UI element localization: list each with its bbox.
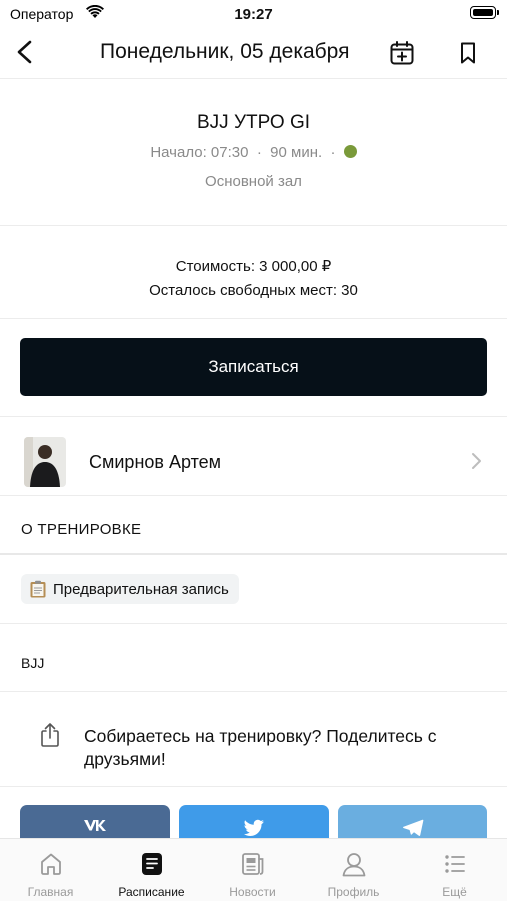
tab-label: Главная bbox=[27, 885, 74, 899]
event-meta: Начало: 07:30 · 90 мин. · bbox=[0, 144, 507, 161]
coach-avatar bbox=[24, 437, 66, 487]
signup-label: Записаться bbox=[208, 357, 299, 376]
meta-separator: · bbox=[330, 144, 336, 161]
battery-icon bbox=[470, 6, 499, 19]
page-title: Понедельник, 05 декабря bbox=[100, 40, 350, 63]
coach-name[interactable]: Смирнов Артем bbox=[89, 452, 221, 473]
meta-separator: · bbox=[256, 144, 262, 161]
divider bbox=[0, 78, 507, 79]
tab-label: Расписание bbox=[118, 885, 185, 899]
signup-button[interactable]: Записаться bbox=[20, 338, 487, 396]
clock: 19:27 bbox=[234, 6, 273, 23]
share-icon[interactable] bbox=[38, 722, 62, 748]
status-bar: Оператор 19:27 bbox=[0, 0, 507, 28]
telegram-icon bbox=[402, 819, 423, 837]
status-dot bbox=[343, 145, 357, 158]
twitter-icon bbox=[244, 819, 264, 836]
divider bbox=[0, 318, 507, 319]
divider bbox=[0, 786, 507, 787]
tab-label: Ещё bbox=[442, 885, 467, 899]
divider bbox=[0, 495, 507, 496]
tab-label: Новости bbox=[229, 885, 276, 899]
tab-more[interactable]: Ещё bbox=[404, 839, 505, 901]
news-icon bbox=[241, 853, 263, 875]
booking-tag: Предварительная запись bbox=[21, 574, 239, 604]
event-title: BJJ УТРО GI bbox=[197, 112, 310, 133]
tag-label: Предварительная запись bbox=[53, 580, 229, 598]
back-chevron-icon[interactable] bbox=[12, 38, 38, 66]
divider bbox=[0, 623, 507, 624]
event-price: Стоимость: 3 000,00 ₽ bbox=[175, 258, 332, 275]
vk-icon bbox=[84, 820, 106, 831]
event-start: Начало: 07:30 bbox=[150, 144, 249, 161]
clipboard-icon bbox=[30, 580, 46, 598]
share-text: Собираетесь на тренировку? Поделитесь с … bbox=[84, 726, 437, 769]
tab-label: Профиль bbox=[327, 885, 380, 899]
event-hall: Основной зал bbox=[205, 173, 302, 190]
divider bbox=[0, 691, 507, 692]
divider bbox=[0, 225, 507, 226]
tab-news[interactable]: Новости bbox=[202, 839, 303, 901]
tab-home[interactable]: Главная bbox=[0, 839, 101, 901]
profile-icon bbox=[342, 853, 365, 877]
tab-profile[interactable]: Профиль bbox=[303, 839, 404, 901]
chevron-right-icon[interactable] bbox=[468, 451, 484, 471]
seats-left: Осталось свободных мест: 30 bbox=[149, 282, 358, 299]
about-heading: О ТРЕНИРОВКЕ bbox=[21, 521, 142, 538]
home-icon bbox=[40, 853, 61, 875]
tab-schedule[interactable]: Расписание bbox=[101, 839, 202, 901]
add-to-calendar-icon[interactable] bbox=[389, 40, 415, 66]
divider bbox=[0, 416, 507, 417]
event-duration: 90 мин. bbox=[270, 144, 323, 161]
bookmark-icon[interactable] bbox=[455, 40, 481, 66]
more-icon bbox=[444, 855, 465, 873]
tab-bar: Главная Расписание Новости Профиль Ещё bbox=[0, 838, 507, 901]
divider bbox=[0, 553, 507, 555]
training-type: BJJ bbox=[21, 655, 45, 671]
schedule-icon bbox=[141, 853, 162, 875]
